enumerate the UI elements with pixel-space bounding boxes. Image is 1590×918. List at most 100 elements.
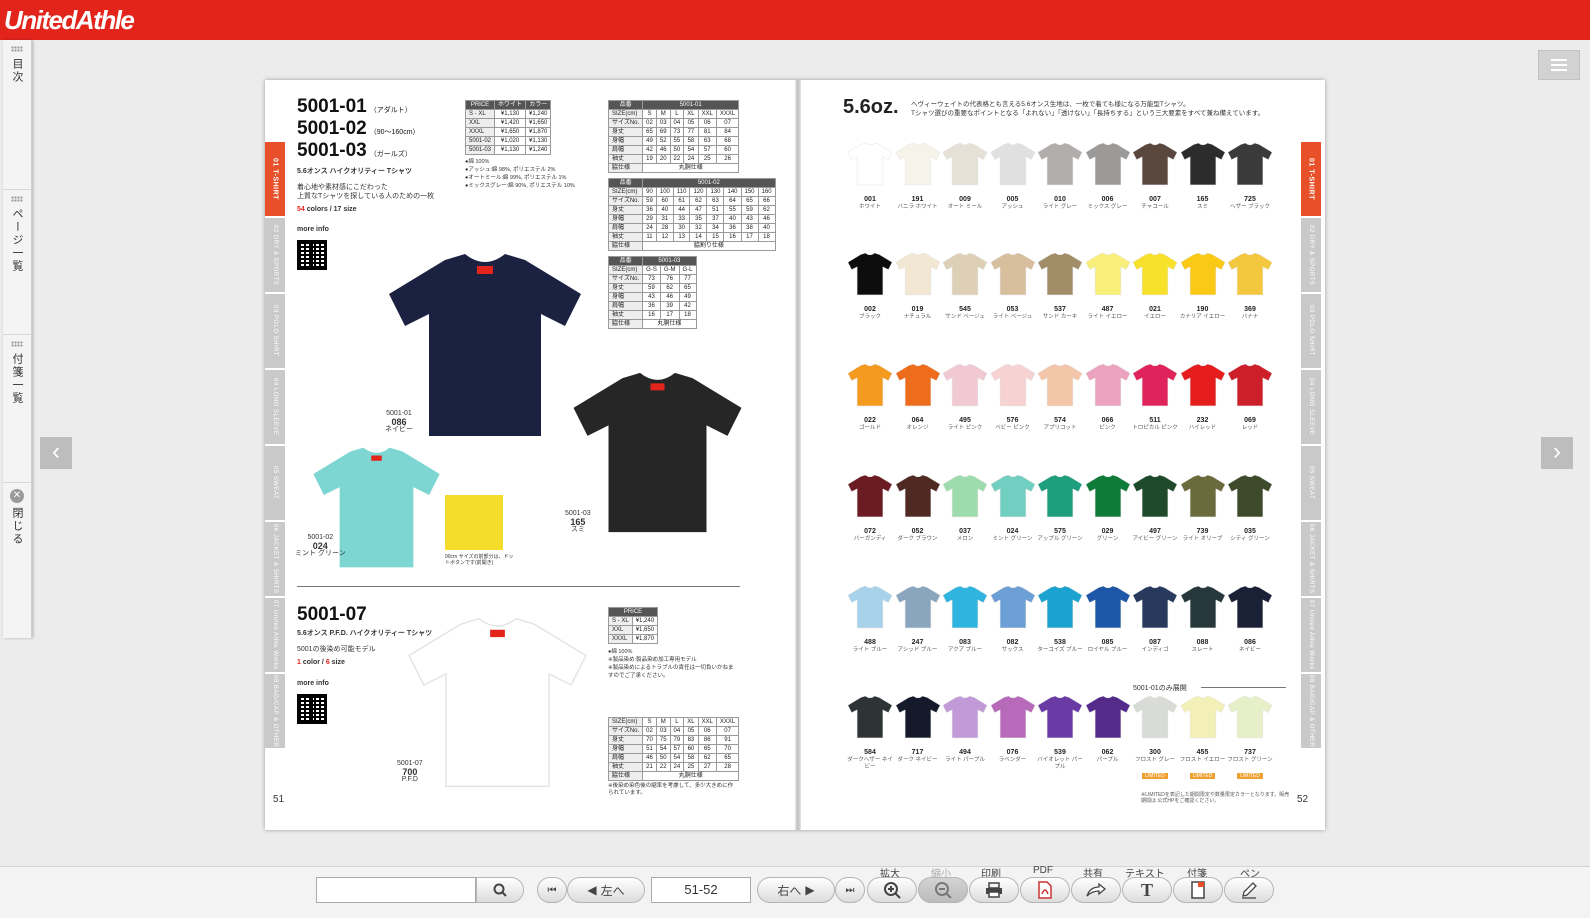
category-tab[interactable]: 07 United Athle Works: [265, 598, 285, 672]
color-swatch-725[interactable]: 725 ヘザー ブラック: [1226, 136, 1274, 211]
color-swatch-190[interactable]: 190 カナリア イエロー: [1179, 246, 1227, 321]
color-swatch-232[interactable]: 232 ハイレッド: [1179, 357, 1227, 432]
color-swatch-511[interactable]: 511 トロピカル ピンク: [1131, 357, 1179, 432]
color-swatch-022[interactable]: 022 ゴールド: [846, 357, 894, 432]
color-swatch-024[interactable]: 024 ミント グリーン: [989, 468, 1037, 543]
category-tab[interactable]: 01 T-SHIRT: [265, 142, 285, 216]
color-swatch-029[interactable]: 029 グリーン: [1084, 468, 1132, 543]
category-tab[interactable]: 08 BAG/CAP & OTHER: [1301, 674, 1321, 748]
color-swatch-576[interactable]: 576 ベビー ピンク: [989, 357, 1037, 432]
category-tab[interactable]: 08 BAG/CAP & OTHER: [265, 674, 285, 748]
color-swatch-076[interactable]: 076 ラベンダー: [989, 689, 1037, 764]
category-tab[interactable]: 07 United Athle Works: [1301, 598, 1321, 672]
color-swatch-052[interactable]: 052 ダーク ブラウン: [894, 468, 942, 543]
category-tab[interactable]: 06 JACKET & SHIRTS: [1301, 522, 1321, 596]
qr-code[interactable]: [297, 240, 327, 270]
color-swatch-575[interactable]: 575 アップル グリーン: [1036, 468, 1084, 543]
category-tab[interactable]: 02 DRY & SPORTS: [1301, 218, 1321, 292]
category-tab[interactable]: 02 DRY & SPORTS: [265, 218, 285, 292]
color-swatch-001[interactable]: 001 ホワイト: [846, 136, 894, 211]
color-swatch-019[interactable]: 019 ナチュラル: [894, 246, 942, 321]
color-swatch-083[interactable]: 083 アクア ブルー: [941, 579, 989, 654]
catalog-spread[interactable]: 01 T-SHIRT 02 DRY & SPORTS 03 POLO SHIRT 04…: [265, 80, 1325, 830]
color-swatch-062[interactable]: 062 パープル: [1084, 689, 1132, 764]
side-tab-page-list[interactable]: ページ一覧: [3, 190, 31, 335]
color-swatch-035[interactable]: 035 シティ グリーン: [1226, 468, 1274, 543]
category-tab[interactable]: 03 POLO SHIRT: [265, 294, 285, 368]
color-swatch-066[interactable]: 066 ピンク: [1084, 357, 1132, 432]
category-tab[interactable]: 01 T-SHIRT: [1301, 142, 1321, 216]
color-swatch-495[interactable]: 495 ライト ピンク: [941, 357, 989, 432]
color-swatch-497[interactable]: 497 アイビー グリーン: [1131, 468, 1179, 543]
table-row: 肩幅 42 46 50 54 57 60: [607, 145, 740, 155]
color-swatch-010[interactable]: 010 ライト グレー: [1036, 136, 1084, 211]
sticky-note-button[interactable]: [1173, 877, 1223, 903]
color-swatch-069[interactable]: 069 レッド: [1226, 357, 1274, 432]
color-swatch-064[interactable]: 064 オレンジ: [894, 357, 942, 432]
color-swatch-574[interactable]: 574 アプリコット: [1036, 357, 1084, 432]
color-swatch-085[interactable]: 085 ロイヤル ブルー: [1084, 579, 1132, 654]
category-tab[interactable]: 05 SWEAT: [265, 446, 285, 520]
color-swatch-086[interactable]: 086 ネイビー: [1226, 579, 1274, 654]
first-page-button[interactable]: ⏮: [537, 877, 567, 903]
color-swatch-009[interactable]: 009 オート ミール: [941, 136, 989, 211]
side-tab-toc[interactable]: 目次: [3, 40, 31, 190]
pdf-button[interactable]: [1020, 877, 1070, 903]
prev-page-button[interactable]: ◀ 左へ: [567, 877, 645, 903]
color-swatch-088[interactable]: 088 スレート: [1179, 579, 1227, 654]
prev-page-arrow[interactable]: ‹: [40, 437, 72, 469]
next-page-arrow[interactable]: ›: [1541, 437, 1573, 469]
color-swatch-247[interactable]: 247 アシッド ブルー: [894, 579, 942, 654]
color-swatch-007[interactable]: 007 チャコール: [1131, 136, 1179, 211]
text-button[interactable]: T: [1122, 877, 1172, 903]
zoom-in-button[interactable]: [867, 877, 917, 903]
search-input[interactable]: [316, 877, 476, 903]
color-swatch-082[interactable]: 082 サックス: [989, 579, 1037, 654]
category-tab[interactable]: 04 LONG SLEEVE: [1301, 370, 1321, 444]
catalog-page-right[interactable]: 5.6oz. ヘヴィーウェイトの代表格とも言える5.6オンス生地は、一枚で着ても…: [801, 80, 1325, 830]
share-button[interactable]: [1071, 877, 1121, 903]
color-swatch-021[interactable]: 021 イエロー: [1131, 246, 1179, 321]
qr-code[interactable]: [297, 694, 327, 724]
color-swatch-584[interactable]: 584 ダークヘザー ネイビー: [846, 689, 894, 771]
category-tab[interactable]: 03 POLO SHIRT: [1301, 294, 1321, 368]
color-swatch-538[interactable]: 538 ターコイズ ブルー: [1036, 579, 1084, 654]
zoom-out-button[interactable]: [918, 877, 968, 903]
color-swatch-002[interactable]: 002 ブラック: [846, 246, 894, 321]
hamburger-menu-button[interactable]: [1538, 50, 1580, 80]
color-swatch-545[interactable]: 545 サンド ベージュ: [941, 246, 989, 321]
color-swatch-300[interactable]: 300 フロスト グレー LIMITED: [1131, 689, 1179, 782]
table-cell: 46: [757, 214, 776, 224]
color-swatch-539[interactable]: 539 バイオレット パープル: [1036, 689, 1084, 771]
next-page-button[interactable]: 右へ ▶: [757, 877, 835, 903]
color-swatch-487[interactable]: 487 ライト イエロー: [1084, 246, 1132, 321]
category-tab[interactable]: 04 LONG SLEEVE: [265, 370, 285, 444]
united-athle-logo[interactable]: UnitedAthle: [4, 4, 135, 36]
print-button[interactable]: [969, 877, 1019, 903]
color-swatch-053[interactable]: 053 ライト ベージュ: [989, 246, 1037, 321]
color-swatch-537[interactable]: 537 サンド カーキ: [1036, 246, 1084, 321]
color-swatch-005[interactable]: 005 アッシュ: [989, 136, 1037, 211]
pen-button[interactable]: [1224, 877, 1274, 903]
color-swatch-165[interactable]: 165 スミ: [1179, 136, 1227, 211]
color-swatch-037[interactable]: 037 メロン: [941, 468, 989, 543]
search-button[interactable]: [476, 877, 524, 903]
color-swatch-006[interactable]: 006 ミックス グレー: [1084, 136, 1132, 211]
color-swatch-488[interactable]: 488 ライト ブルー: [846, 579, 894, 654]
category-tab[interactable]: 05 SWEAT: [1301, 446, 1321, 520]
color-swatch-455[interactable]: 455 フロスト イエロー LIMITED: [1179, 689, 1227, 782]
color-swatch-072[interactable]: 072 バーガンディ: [846, 468, 894, 543]
side-tab-close[interactable]: ✕ 閉じる: [3, 483, 31, 637]
color-swatch-191[interactable]: 191 バニラ ホワイト: [894, 136, 942, 211]
color-swatch-369[interactable]: 369 バナナ: [1226, 246, 1274, 321]
page-number-display[interactable]: 51-52: [651, 877, 751, 903]
last-page-button[interactable]: ⏭: [835, 877, 865, 903]
catalog-page-left[interactable]: 01 T-SHIRT 02 DRY & SPORTS 03 POLO SHIRT 04…: [265, 80, 795, 830]
color-swatch-494[interactable]: 494 ライト パープル: [941, 689, 989, 764]
color-swatch-739[interactable]: 739 ライト オリーブ: [1179, 468, 1227, 543]
category-tab[interactable]: 06 JACKET & SHIRTS: [265, 522, 285, 596]
color-swatch-717[interactable]: 717 ダーク ネイビー: [894, 689, 942, 764]
color-swatch-737[interactable]: 737 フロスト グリーン LIMITED: [1226, 689, 1274, 782]
side-tab-sticky-list[interactable]: 付箋一覧: [3, 335, 31, 483]
color-swatch-087[interactable]: 087 インディゴ: [1131, 579, 1179, 654]
